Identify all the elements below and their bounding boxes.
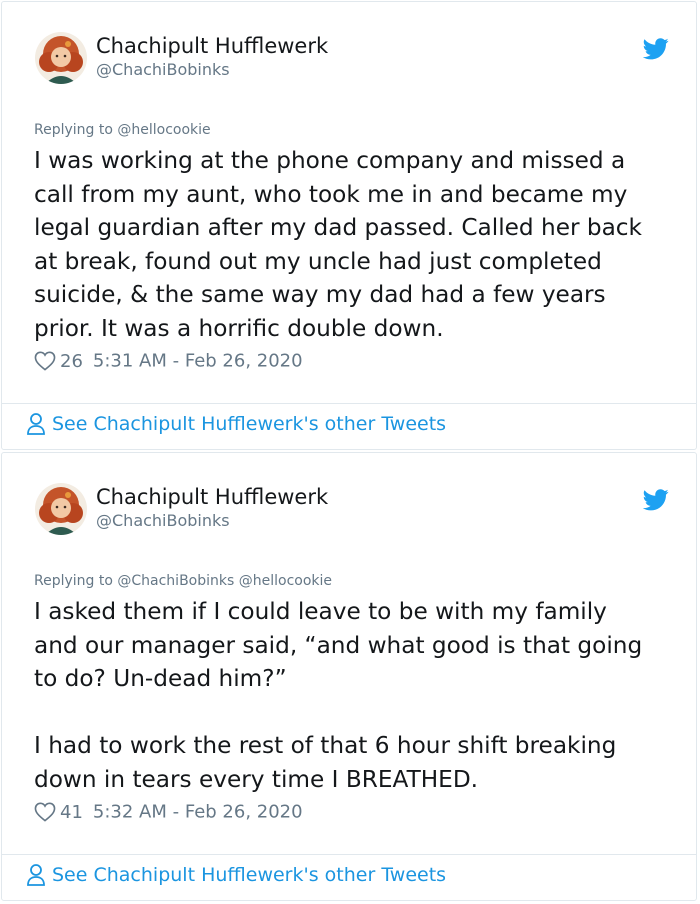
author-handle[interactable]: @ChachiBobinks — [96, 511, 230, 530]
tweet-meta: 26 5:31 AM - Feb 26, 2020 — [34, 350, 303, 378]
see-other-tweets-label[interactable]: See Chachipult Hufflewerk's other Tweets — [52, 864, 446, 886]
tweet-text: I was working at the phone company and m… — [34, 147, 642, 342]
author-handle[interactable]: @ChachiBobinks — [96, 60, 230, 79]
like-count: 41 — [60, 801, 83, 823]
divider — [2, 854, 696, 855]
tweet-card: Chachipult Hufflewerk @ChachiBobinks Rep… — [1, 452, 697, 901]
avatar[interactable] — [35, 32, 87, 84]
timestamp[interactable]: 5:32 AM - Feb 26, 2020 — [93, 802, 303, 823]
twitter-bird-icon[interactable] — [642, 38, 669, 60]
divider — [2, 403, 696, 404]
person-icon — [27, 413, 45, 435]
replying-to: Replying to @hellocookie — [34, 122, 211, 138]
person-icon — [27, 864, 45, 886]
avatar[interactable] — [35, 483, 87, 535]
see-other-tweets-link[interactable]: See Chachipult Hufflewerk's other Tweets — [26, 863, 446, 893]
tweet-text: I asked them if I could leave to be with… — [34, 598, 643, 793]
heart-icon[interactable] — [34, 351, 56, 371]
twitter-bird-icon[interactable] — [642, 489, 669, 511]
like-count: 26 — [60, 350, 83, 372]
heart-icon[interactable] — [34, 802, 56, 822]
replying-to: Replying to @ChachiBobinks @hellocookie — [34, 573, 333, 589]
author-name[interactable]: Chachipult Hufflewerk — [96, 485, 328, 509]
see-other-tweets-link[interactable]: See Chachipult Hufflewerk's other Tweets — [26, 412, 446, 442]
timestamp[interactable]: 5:31 AM - Feb 26, 2020 — [93, 351, 303, 372]
tweet-meta: 41 5:32 AM - Feb 26, 2020 — [34, 801, 303, 829]
see-other-tweets-label[interactable]: See Chachipult Hufflewerk's other Tweets — [52, 413, 446, 435]
author-name[interactable]: Chachipult Hufflewerk — [96, 34, 328, 58]
tweet-card: Chachipult Hufflewerk @ChachiBobinks Rep… — [1, 1, 697, 450]
